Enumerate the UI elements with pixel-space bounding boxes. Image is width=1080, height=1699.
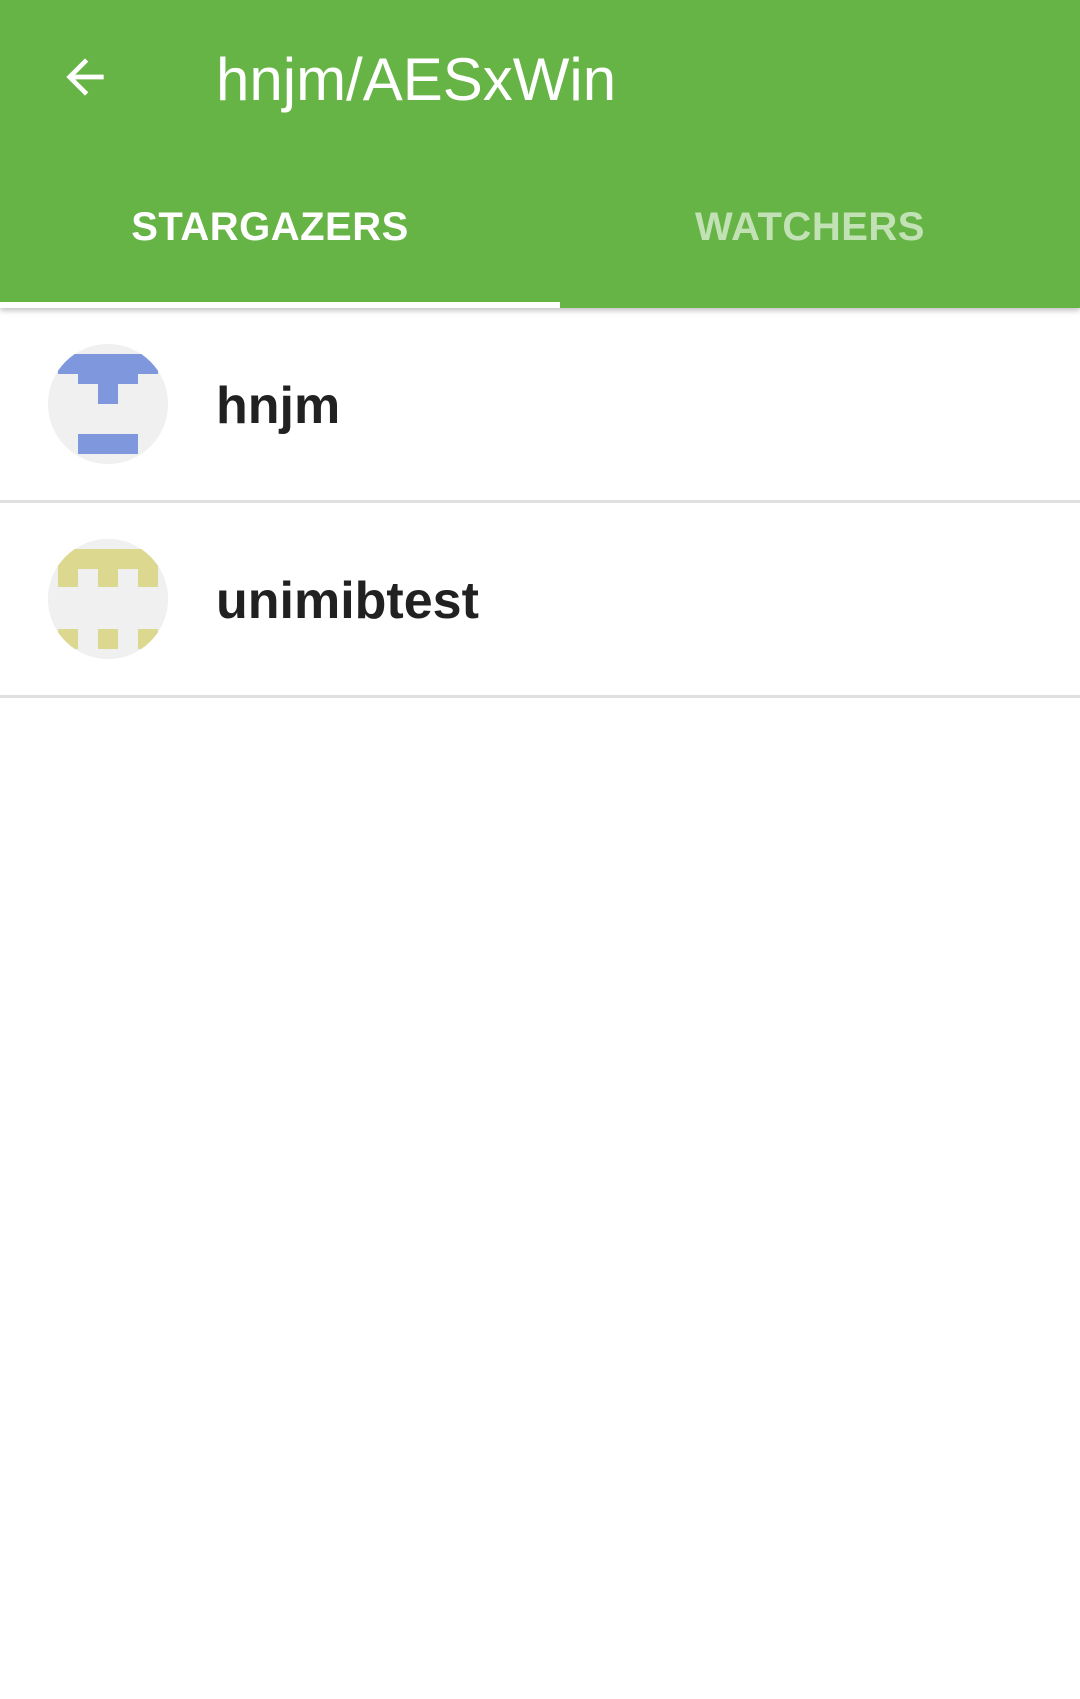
avatar xyxy=(48,344,168,464)
tab-label-stargazers: STARGAZERS xyxy=(131,204,409,249)
list-item[interactable]: hnjm xyxy=(0,308,1080,503)
tab-watchers[interactable]: WATCHERS xyxy=(540,162,1080,308)
identicon-icon xyxy=(48,539,168,659)
arrow-back-icon xyxy=(66,58,104,96)
app-bar: hnjm/AESxWin STARGAZERS WATCHERS xyxy=(0,0,1080,308)
tab-stargazers[interactable]: STARGAZERS xyxy=(0,162,560,308)
username: hnjm xyxy=(216,377,341,435)
tab-indicator xyxy=(0,302,560,308)
tab-label-watchers: WATCHERS xyxy=(695,204,925,249)
user-list: hnjm unimibtest xyxy=(0,308,1080,698)
identicon-icon xyxy=(48,344,168,464)
tab-bar: STARGAZERS WATCHERS xyxy=(0,162,1080,308)
username: unimibtest xyxy=(216,572,479,630)
back-button[interactable] xyxy=(40,32,130,122)
toolbar: hnjm/AESxWin xyxy=(0,0,1080,162)
avatar xyxy=(48,539,168,659)
list-item[interactable]: unimibtest xyxy=(0,503,1080,698)
page-title: hnjm/AESxWin xyxy=(216,46,617,113)
